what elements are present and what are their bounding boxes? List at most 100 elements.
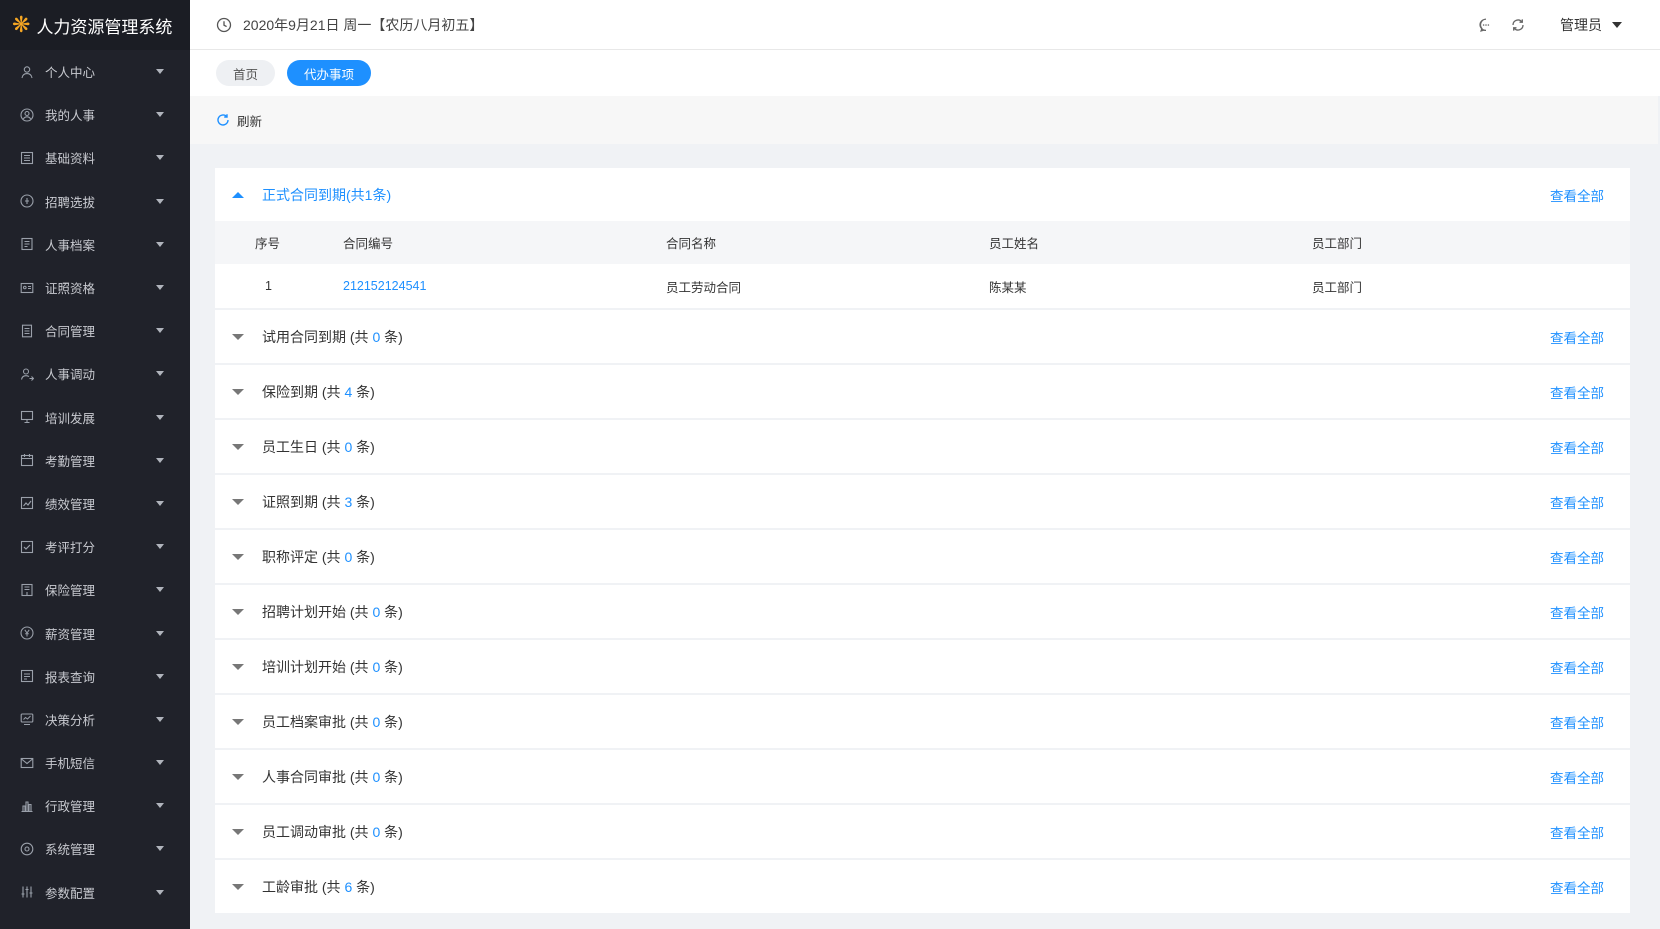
view-all-link[interactable]: 查看全部	[1550, 822, 1604, 842]
view-all-link[interactable]: 查看全部	[1550, 602, 1604, 622]
panel-title-suffix: 条)	[380, 823, 403, 840]
message-icon[interactable]	[1478, 17, 1494, 33]
cell-dept: 员工部门	[1312, 280, 1363, 295]
sidebar-item-7[interactable]: 合同管理	[0, 309, 190, 352]
panel-title: 试用合同到期 (共 0 条)	[262, 327, 1550, 347]
sidebar-item-label: 行政管理	[45, 800, 96, 815]
caret-down-icon	[232, 718, 244, 725]
sidebar-item-label: 考评打分	[45, 541, 96, 556]
panel-title-prefix: 职称评定 (共	[262, 548, 345, 565]
cell-contract-code-link[interactable]: 212152124541	[343, 279, 666, 293]
app-logo[interactable]: ❋ 人力资源管理系统	[0, 0, 190, 50]
panel-header-9[interactable]: 人事合同审批 (共 0 条) 查看全部	[215, 750, 1630, 803]
caret-down-icon	[1612, 21, 1622, 28]
chevron-down-icon	[156, 587, 164, 593]
sidebar-item-3[interactable]: 基础资料	[0, 136, 190, 179]
panel-header-4[interactable]: 证照到期 (共 3 条) 查看全部	[215, 475, 1630, 528]
sidebar-item-6[interactable]: 证照资格	[0, 266, 190, 309]
chevron-down-icon	[156, 673, 164, 679]
sidebar-item-20[interactable]: 参数配置	[0, 871, 190, 914]
panel-title-suffix: 条)	[380, 658, 403, 675]
panel-title-prefix: 证照到期 (共	[262, 493, 345, 510]
view-all-link[interactable]: 查看全部	[1550, 437, 1604, 457]
panel-header-3[interactable]: 员工生日 (共 0 条) 查看全部	[215, 420, 1630, 473]
chevron-down-icon	[156, 889, 164, 895]
yen-icon	[20, 626, 34, 640]
calendar-icon	[20, 453, 34, 467]
sidebar-item-4[interactable]: 招聘选拔	[0, 180, 190, 223]
panel-header-7[interactable]: 培训计划开始 (共 0 条) 查看全部	[215, 640, 1630, 693]
sidebar-item-label: 参数配置	[45, 886, 96, 901]
panel-title: 招聘计划开始 (共 0 条)	[262, 602, 1550, 622]
caret-down-icon	[232, 388, 244, 395]
panel-header-1[interactable]: 试用合同到期 (共 0 条) 查看全部	[215, 310, 1630, 363]
sidebar-item-label: 人事档案	[45, 238, 96, 253]
top-header: 2020年9月21日 周一【农历八月初五】 管理员	[190, 0, 1660, 50]
tab-home[interactable]: 首页	[216, 60, 276, 86]
sidebar-item-9[interactable]: 培训发展	[0, 396, 190, 439]
panel-header-11[interactable]: 工龄审批 (共 6 条) 查看全部	[215, 860, 1630, 913]
user-menu[interactable]: 管理员	[1560, 15, 1622, 35]
view-all-link[interactable]: 查看全部	[1550, 185, 1604, 205]
view-all-link[interactable]: 查看全部	[1550, 547, 1604, 567]
sidebar-item-12[interactable]: 考评打分	[0, 525, 190, 568]
refresh-button[interactable]: 刷新	[237, 111, 262, 130]
sidebar-item-14[interactable]: 薪资管理	[0, 611, 190, 654]
refresh-icon[interactable]	[216, 113, 230, 127]
caret-down-icon	[232, 333, 244, 340]
chevron-down-icon	[156, 716, 164, 722]
sliders-icon	[20, 885, 34, 899]
sidebar-item-15[interactable]: 报表查询	[0, 655, 190, 698]
panel-title: 员工档案审批 (共 0 条)	[262, 712, 1550, 732]
sidebar-item-8[interactable]: 人事调动	[0, 352, 190, 395]
chevron-down-icon	[156, 500, 164, 506]
view-all-link[interactable]: 查看全部	[1550, 877, 1604, 897]
view-all-link[interactable]: 查看全部	[1550, 327, 1604, 347]
panel-title-suffix: 条)	[380, 328, 403, 345]
view-all-link[interactable]: 查看全部	[1550, 492, 1604, 512]
sidebar-item-5[interactable]: 人事档案	[0, 223, 190, 266]
sidebar-item-label: 培训发展	[45, 411, 96, 426]
sidebar-item-label: 合同管理	[45, 325, 96, 340]
col-code: 合同编号	[343, 237, 394, 251]
sidebar-item-16[interactable]: 决策分析	[0, 698, 190, 741]
caret-down-icon	[232, 443, 244, 450]
user-circle-icon	[20, 108, 34, 122]
chevron-down-icon	[156, 241, 164, 247]
panel-title-suffix: 条)	[352, 493, 375, 510]
sidebar-item-10[interactable]: 考勤管理	[0, 439, 190, 482]
chevron-down-icon	[156, 69, 164, 75]
panel-header-10[interactable]: 员工调动审批 (共 0 条) 查看全部	[215, 805, 1630, 858]
panel-header-8[interactable]: 员工档案审批 (共 0 条) 查看全部	[215, 695, 1630, 748]
sidebar-item-label: 招聘选拔	[45, 195, 96, 210]
sidebar-item-17[interactable]: 手机短信	[0, 741, 190, 784]
panel-title: 保险到期 (共 4 条)	[262, 382, 1550, 402]
sidebar-item-1[interactable]: 个人中心	[0, 50, 190, 93]
sidebar-item-19[interactable]: 系统管理	[0, 827, 190, 870]
sidebar-item-13[interactable]: 保险管理	[0, 568, 190, 611]
panel-header-5[interactable]: 职称评定 (共 0 条) 查看全部	[215, 530, 1630, 583]
cell-employee: 陈某某	[989, 280, 1027, 295]
view-all-link[interactable]: 查看全部	[1550, 712, 1604, 732]
sidebar-item-11[interactable]: 绩效管理	[0, 482, 190, 525]
panel-header-contract-expiry[interactable]: 正式合同到期(共1条) 查看全部	[215, 168, 1630, 221]
sidebar: ❋ 人力资源管理系统 个人中心 我的人事 基础资料招聘选拔人事档案证照资格合同管理人…	[0, 0, 190, 929]
panel-title-suffix: 条)	[380, 768, 403, 785]
panel-title-suffix: 条)	[380, 713, 403, 730]
panel-title: 工龄审批 (共 6 条)	[262, 877, 1550, 897]
view-all-link[interactable]: 查看全部	[1550, 657, 1604, 677]
view-all-link[interactable]: 查看全部	[1550, 382, 1604, 402]
panel-header-2[interactable]: 保险到期 (共 4 条) 查看全部	[215, 365, 1630, 418]
sidebar-item-18[interactable]: 行政管理	[0, 784, 190, 827]
sidebar-item-2[interactable]: 我的人事	[0, 93, 190, 136]
caret-down-icon	[232, 608, 244, 615]
refresh-page-icon[interactable]	[1510, 17, 1526, 33]
panel-header-6[interactable]: 招聘计划开始 (共 0 条) 查看全部	[215, 585, 1630, 638]
sidebar-menu: 个人中心 我的人事 基础资料招聘选拔人事档案证照资格合同管理人事调动培训发展考勤管理…	[0, 50, 190, 914]
report-icon	[20, 669, 34, 683]
panel-title: 正式合同到期(共1条)	[262, 186, 392, 203]
view-all-link[interactable]: 查看全部	[1550, 767, 1604, 787]
tab-todo[interactable]: 代办事项	[287, 60, 372, 86]
panel-title-prefix: 员工生日 (共	[262, 438, 345, 455]
caret-down-icon	[232, 553, 244, 560]
